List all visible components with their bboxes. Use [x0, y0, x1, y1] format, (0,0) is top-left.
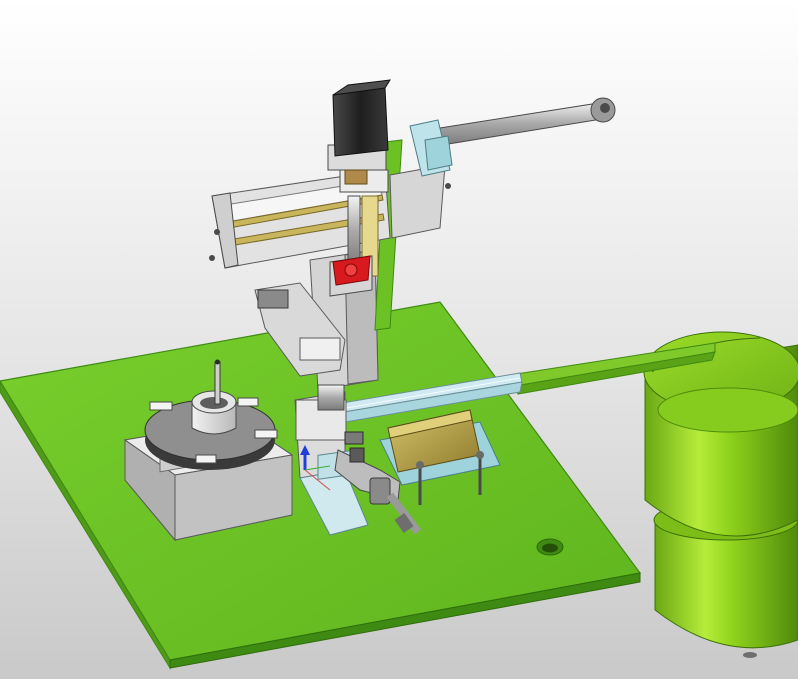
- mounting-hole: [536, 538, 564, 556]
- vibratory-bowl-feeder[interactable]: [643, 331, 798, 658]
- horizontal-slide-module[interactable]: [209, 164, 451, 269]
- cad-viewport[interactable]: [0, 0, 798, 679]
- bowl-foot: [743, 652, 757, 658]
- probe-pin: [214, 359, 221, 405]
- pneumatic-cylinder[interactable]: [409, 97, 616, 177]
- stepper-motor[interactable]: [327, 79, 391, 185]
- assembly-model[interactable]: [0, 0, 798, 679]
